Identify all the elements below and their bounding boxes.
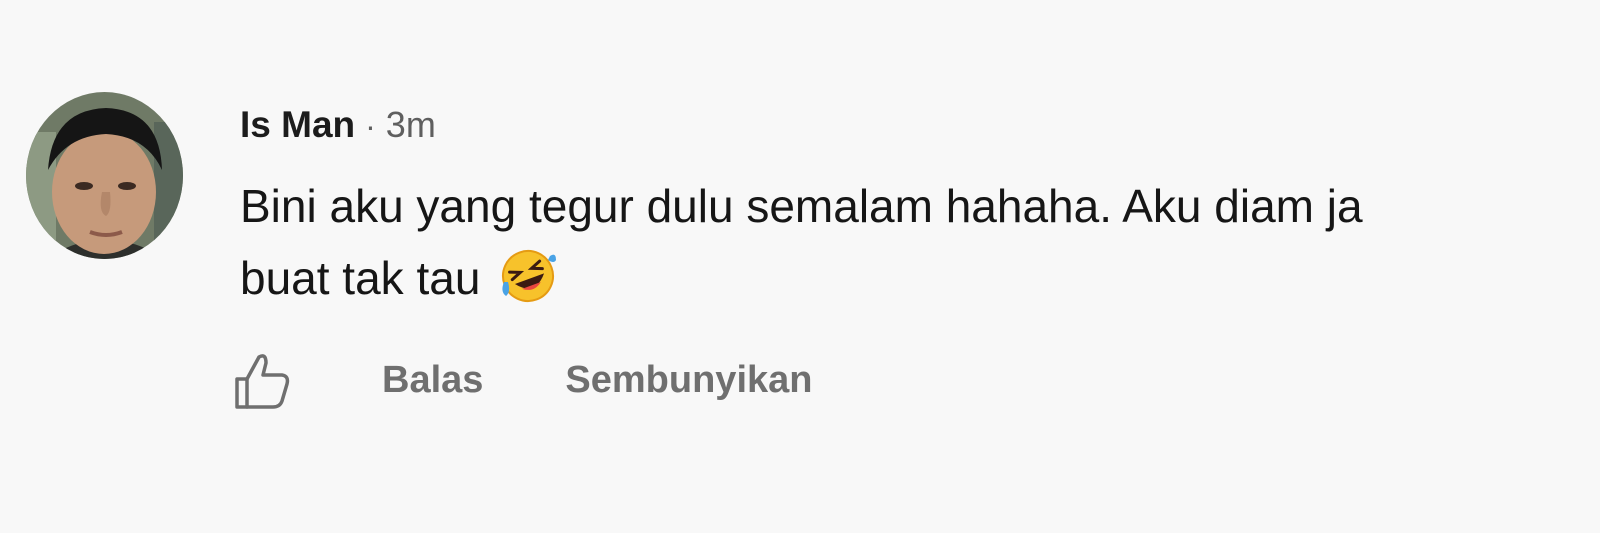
reply-button[interactable]: Balas: [382, 359, 483, 402]
comment-actions: Balas Sembunyikan: [232, 348, 812, 412]
comment-text-line-2: buat tak tau: [240, 242, 1580, 314]
comment-text: Bini aku yang tegur dulu semalam hahaha.…: [240, 170, 1580, 314]
comment-text-line-2-text: buat tak tau: [240, 252, 481, 304]
hide-button[interactable]: Sembunyikan: [565, 359, 812, 402]
like-button[interactable]: [232, 349, 292, 411]
comment: Is Man · 3m Bini aku yang tegur dulu sem…: [0, 0, 1600, 533]
avatar-photo: [26, 92, 183, 259]
author-name[interactable]: Is Man: [240, 104, 355, 146]
comment-content: Is Man · 3m Bini aku yang tegur dulu sem…: [240, 104, 1580, 314]
comment-meta: Is Man · 3m: [240, 104, 1580, 154]
avatar[interactable]: [26, 92, 183, 259]
thumbs-up-icon: [235, 354, 290, 409]
rolling-laughing-emoji-icon: [498, 246, 558, 306]
meta-separator: ·: [365, 108, 376, 144]
timestamp[interactable]: 3m: [386, 104, 436, 146]
comment-text-line-1: Bini aku yang tegur dulu semalam hahaha.…: [240, 180, 1363, 232]
